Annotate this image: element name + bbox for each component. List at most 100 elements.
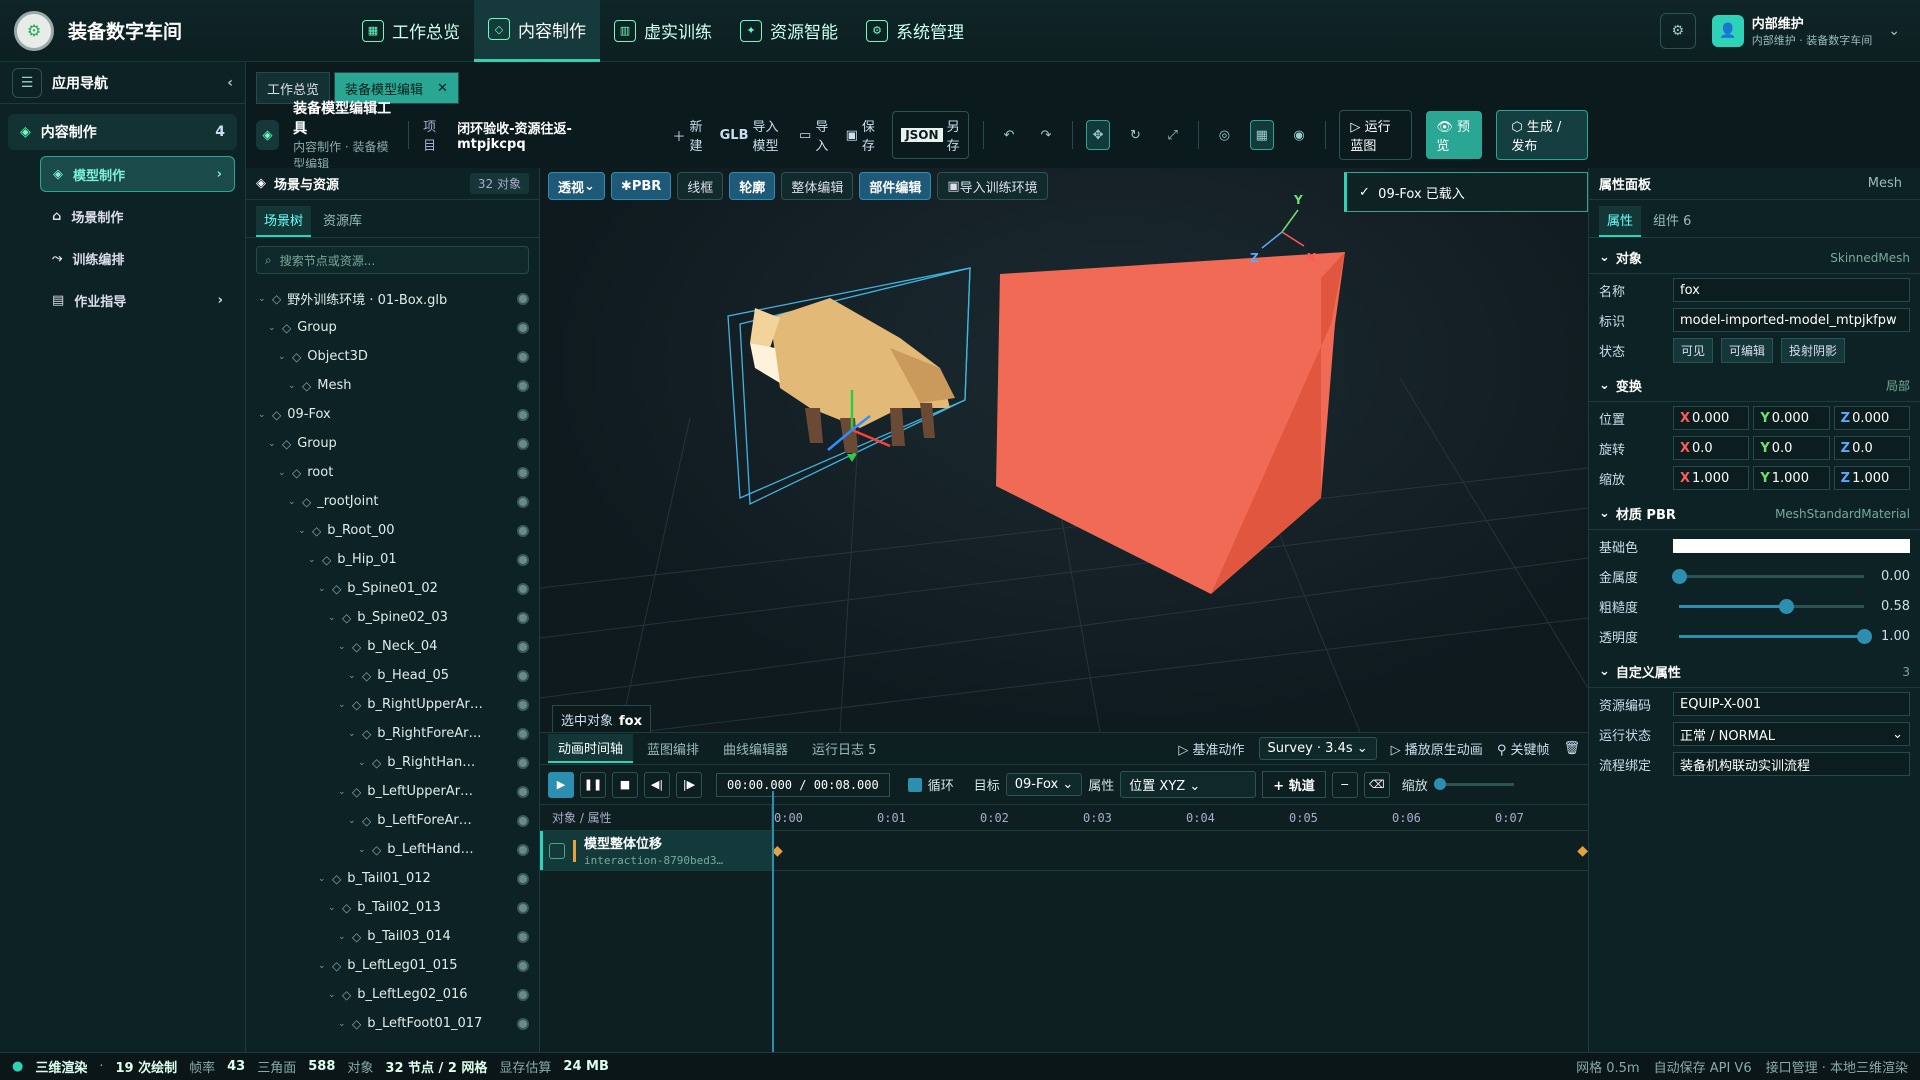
publish-button[interactable]: ⬡ 生成 / 发布 (1496, 110, 1589, 160)
perspective-button[interactable]: 透视 ⌄ (548, 172, 605, 200)
eye-icon[interactable] (517, 466, 529, 479)
eye-icon[interactable] (517, 988, 529, 1001)
playhead[interactable] (772, 791, 774, 1053)
tab-asset-library[interactable]: 资源库 (315, 206, 370, 237)
stop-button[interactable]: ■ (612, 771, 638, 798)
scale-icon[interactable]: ⤢ (1161, 120, 1184, 150)
id-field[interactable]: model-imported-model_mtpjkfpw (1673, 308, 1910, 332)
undo-icon[interactable]: ↶ (997, 120, 1020, 150)
nav-content[interactable]: ◇ 内容制作 (474, 0, 600, 62)
tree-node[interactable]: ⌄ ◇ b_Tail01_012 (246, 864, 539, 893)
preview-button[interactable]: 👁 预览 (1426, 111, 1483, 159)
eye-icon[interactable] (517, 727, 529, 740)
position-y-field[interactable]: Y 0.000 (1753, 406, 1830, 430)
tree-node[interactable]: ⌄ ◇ b_Spine02_03 (246, 603, 539, 632)
scale-z-field[interactable]: Z 1.000 (1833, 466, 1910, 490)
eye-icon[interactable] (517, 495, 529, 508)
save-button[interactable]: ▣ 保存 (846, 116, 879, 154)
eye-icon[interactable] (517, 437, 529, 450)
attr-select[interactable]: 位置 XYZ ⌄ (1120, 771, 1257, 798)
sidebar-item-guide[interactable]: ▤ 作业指导 › (40, 282, 235, 318)
eye-icon[interactable] (517, 524, 529, 537)
user-menu[interactable]: 👤 内部维护 内部维护 · 装备数字车间 ⌄ (1711, 13, 1900, 48)
tree-node[interactable]: ⌄ ◇ b_Tail03_014 (246, 922, 539, 951)
eye-icon[interactable] (517, 756, 529, 769)
trash-icon[interactable]: 🗑 (1563, 741, 1580, 756)
nav-resource[interactable]: ✦ 资源智能 (726, 0, 852, 62)
base-color-swatch[interactable] (1673, 539, 1910, 553)
base-action-button[interactable]: ▷ 基准动作 (1178, 739, 1244, 758)
grid-icon[interactable]: ▦ (1249, 120, 1274, 150)
eye-icon[interactable] (517, 669, 529, 682)
nav-training[interactable]: ▥ 虚实训练 (600, 0, 726, 62)
tree-node[interactable]: ⌄ ◇ b_LeftLeg01_015 (246, 951, 539, 980)
search-input[interactable]: ⌕ 搜索节点或资源... (256, 246, 529, 274)
metalness-slider[interactable] (1672, 568, 1864, 584)
sidebar-item-training[interactable]: ⤳ 训练编排 (40, 240, 235, 276)
eye-icon[interactable] (517, 901, 529, 914)
menu-icon[interactable]: ☰ (12, 67, 42, 98)
nav-system[interactable]: ⚙ 系统管理 (852, 0, 978, 62)
eye-icon[interactable] (517, 292, 529, 305)
tree-node[interactable]: ⌄ ◇ b_LeftHand… (246, 835, 539, 864)
position-z-field[interactable]: Z 0.000 (1833, 406, 1910, 430)
eye-icon[interactable] (517, 408, 529, 421)
tab-curve[interactable]: 曲线编辑器 (713, 735, 798, 762)
eye-icon[interactable] (517, 959, 529, 972)
camera-icon[interactable]: ◉ (1288, 120, 1311, 150)
tree-node[interactable]: ⌄ ◇ b_LeftForeAr… (246, 806, 539, 835)
tree-node[interactable]: ⌄ ◇ b_LeftLeg02_016 (246, 980, 539, 1009)
eye-icon[interactable] (517, 785, 529, 798)
run-state-select[interactable]: 正常 / NORMAL ⌄ (1673, 722, 1910, 746)
move-icon[interactable]: ✥ (1086, 120, 1110, 150)
keyframe-marker-end[interactable]: ◆ (1577, 843, 1588, 859)
visible-toggle[interactable]: 可见 (1673, 337, 1714, 363)
redo-icon[interactable]: ↷ (1034, 120, 1057, 150)
flow-binding-field[interactable]: 装备机构联动实训流程 (1673, 752, 1910, 776)
editable-toggle[interactable]: 可编辑 (1721, 337, 1774, 363)
tab-blueprint[interactable]: 蓝图编排 (637, 735, 709, 762)
part-edit-button[interactable]: 部件编辑 (859, 172, 932, 200)
sidebar-item-scene[interactable]: ⌂ 场景制作 (40, 198, 235, 234)
next-frame-button[interactable]: |▶ (676, 771, 702, 798)
track-toggle[interactable] (549, 842, 565, 859)
zoom-slider[interactable] (1433, 778, 1514, 790)
eye-icon[interactable] (517, 698, 529, 711)
collapse-icon[interactable]: ‹ (227, 75, 233, 91)
name-field[interactable]: fox (1673, 278, 1910, 302)
close-icon[interactable]: ✕ (437, 81, 448, 96)
tree-node[interactable]: ⌄ ◇ b_RightForeAr… (246, 719, 539, 748)
whole-edit-button[interactable]: 整体编辑 (781, 172, 854, 200)
new-button[interactable]: ＋新建 (673, 116, 706, 154)
3d-viewport[interactable]: Y Z X 透视 ⌄ ✱ PBR 线框 轮廓 整体编辑 部件编辑 ▣ 导入训练环境… (540, 168, 1588, 732)
tab-attributes[interactable]: 属性 (1599, 206, 1642, 237)
track-row[interactable]: 模型整体位移 interaction-8790bed3… ◆ ◆ (540, 831, 1588, 871)
opacity-slider[interactable] (1679, 628, 1872, 644)
add-track-button[interactable]: + 轨道 (1262, 771, 1326, 798)
tree-node[interactable]: ⌄ ◇ b_Tail02_013 (246, 893, 539, 922)
tree-node[interactable]: ⌄ ◇ Mesh (246, 371, 539, 400)
scale-y-field[interactable]: Y 1.000 (1753, 466, 1830, 490)
tree-node[interactable]: ⌄ ◇ b_Hip_01 (246, 545, 539, 574)
roughness-slider[interactable] (1679, 598, 1864, 614)
tab-log[interactable]: 运行日志 5 (802, 735, 886, 762)
save-as-button[interactable]: JSON 另存 (892, 111, 969, 159)
tree-node[interactable]: ⌄ ◇ 野外训练环境 · 01-Box.glb (246, 284, 539, 313)
prev-frame-button[interactable]: ◀| (644, 771, 670, 798)
outline-button[interactable]: 轮廓 (729, 172, 776, 200)
tree-node[interactable]: ⌄ ◇ b_Head_05 (246, 661, 539, 690)
settings-button[interactable]: ⚙ (1659, 12, 1696, 49)
import-button[interactable]: ▭ 导入 (799, 116, 832, 154)
survey-select[interactable]: Survey · 3.4s ⌄ (1258, 737, 1377, 760)
play-button[interactable]: ▶ (548, 771, 574, 798)
eye-icon[interactable] (517, 930, 529, 943)
rotation-x-field[interactable]: X 0.0 (1673, 436, 1750, 460)
focus-icon[interactable]: ◎ (1213, 120, 1236, 150)
tree-node[interactable]: ⌄ ◇ root (246, 458, 539, 487)
play-original-button[interactable]: ▷ 播放原生动画 (1391, 739, 1483, 758)
tree-node[interactable]: ⌄ ◇ Group (246, 313, 539, 342)
sidebar-group-content[interactable]: ◈ 内容制作 4 (8, 114, 237, 150)
loop-checkbox[interactable] (907, 777, 922, 792)
tree-node[interactable]: ⌄ ◇ b_RightUpperAr… (246, 690, 539, 719)
tree-node[interactable]: ⌄ ◇ 09-Fox (246, 400, 539, 429)
